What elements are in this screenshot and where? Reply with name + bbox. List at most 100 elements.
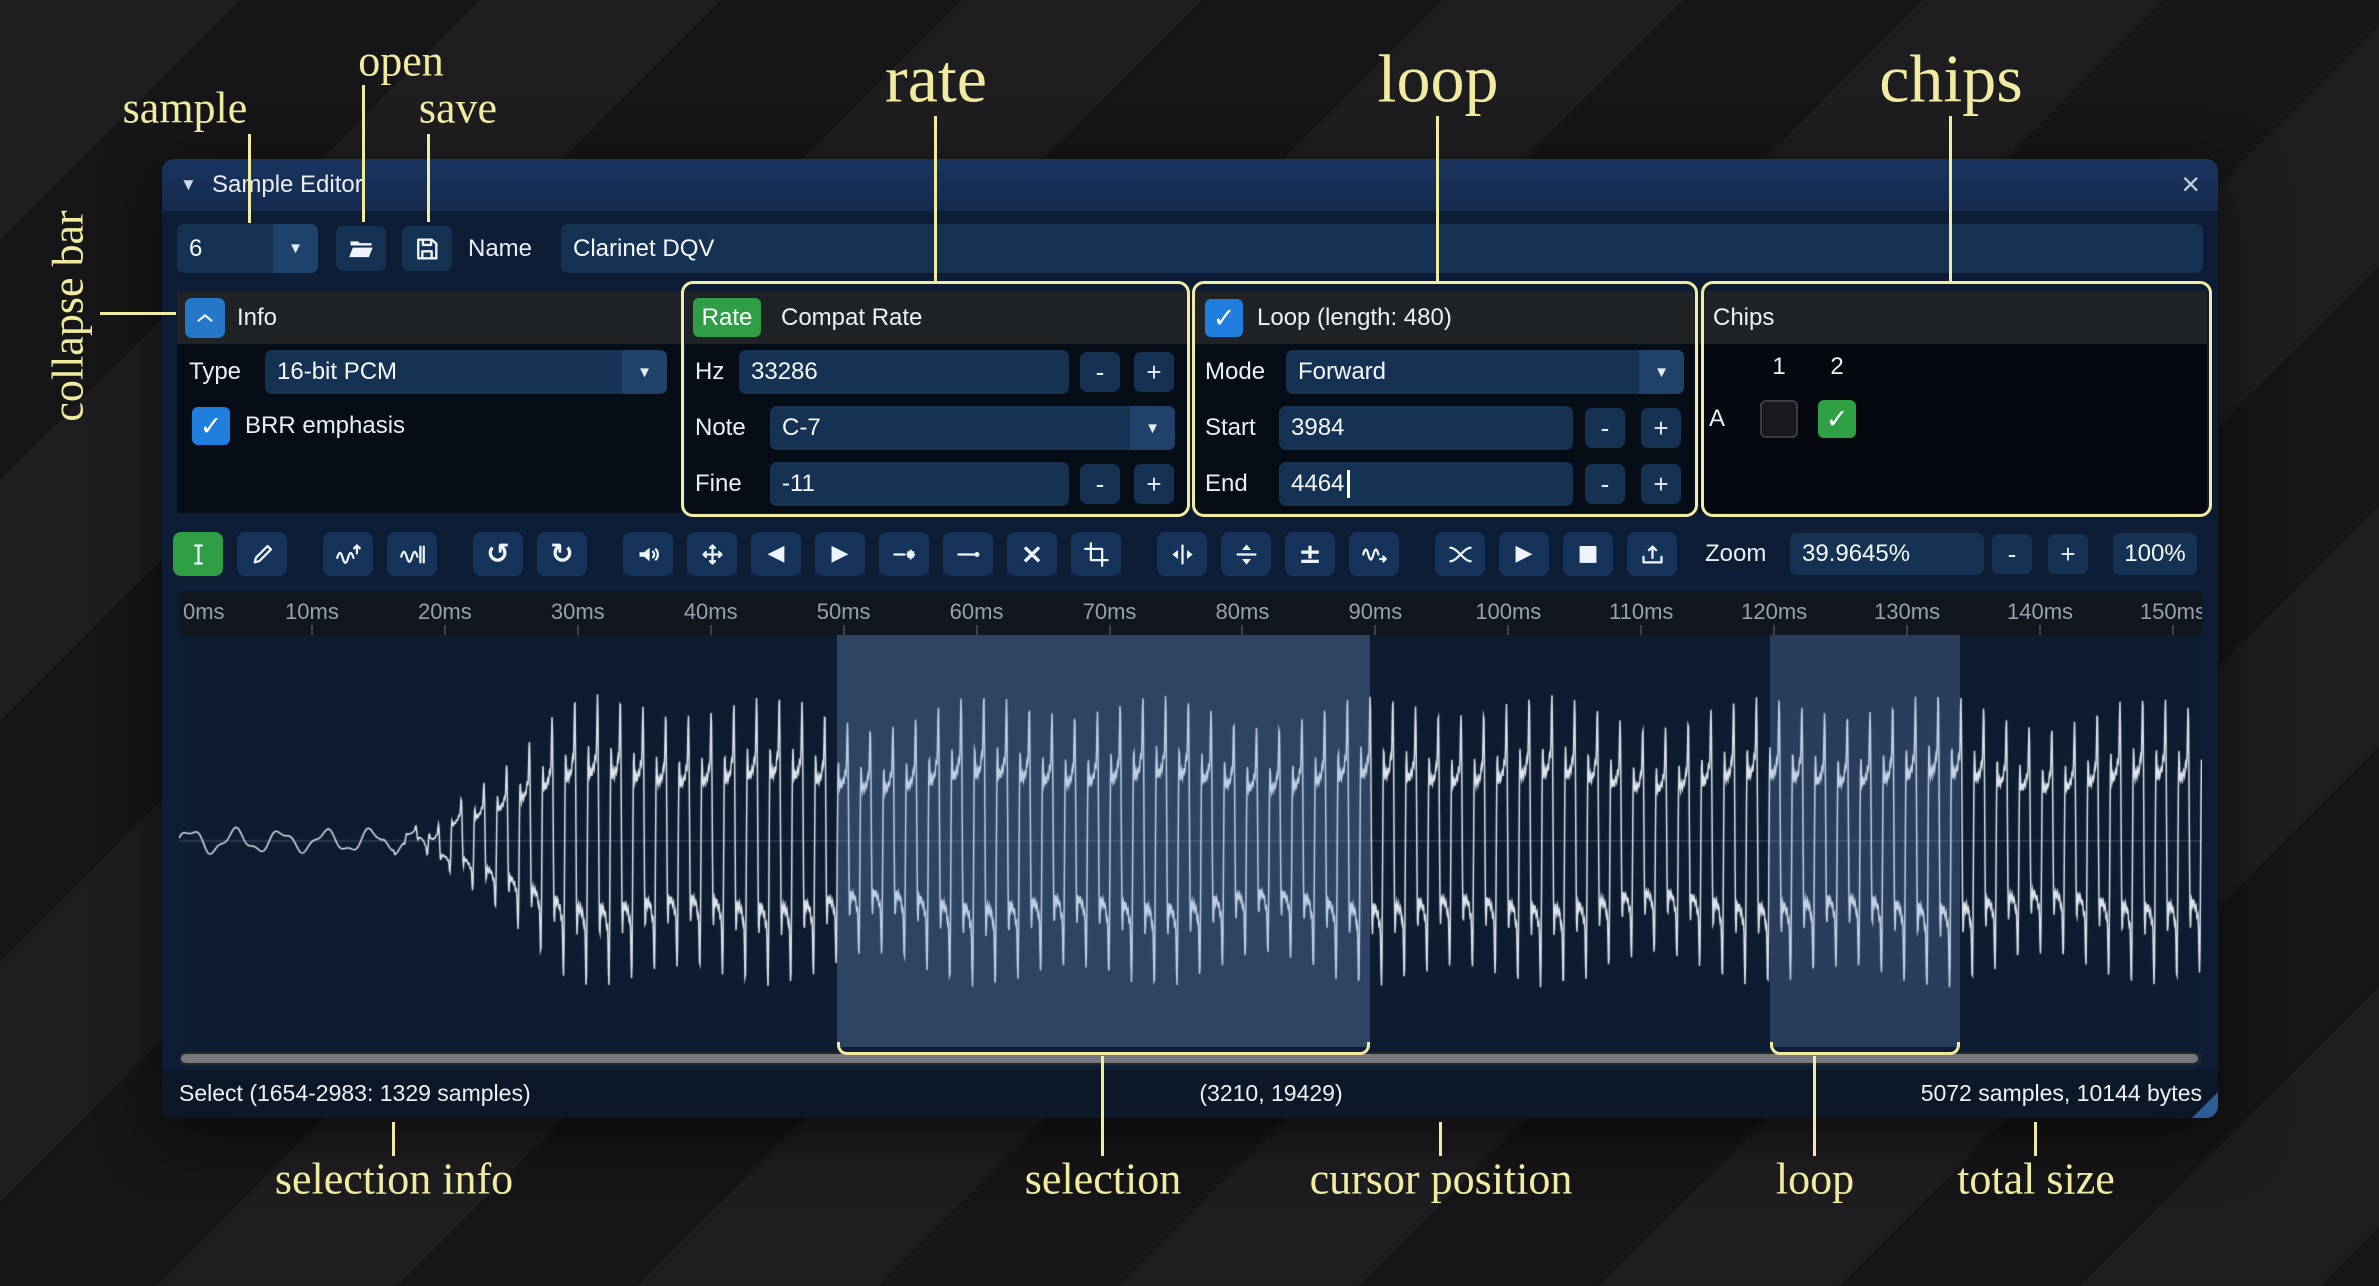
- select-mode-icon: [185, 541, 212, 568]
- amplify-button[interactable]: [623, 532, 673, 576]
- apply-silence-icon: [955, 541, 982, 568]
- brr-emphasis-label: BRR emphasis: [245, 407, 405, 445]
- zoom-input[interactable]: 39.9645%: [1790, 533, 1984, 575]
- invert-button[interactable]: [1221, 532, 1271, 576]
- timeline-label: 130ms: [1874, 591, 1940, 633]
- reverse-button[interactable]: [1157, 532, 1207, 576]
- normalize-icon: [699, 541, 726, 568]
- type-label: Type: [189, 350, 241, 394]
- signedness-icon: ±: [1298, 540, 1321, 568]
- delete-button[interactable]: ×: [1007, 532, 1057, 576]
- timeline-label: 90ms: [1348, 591, 1402, 633]
- amplify-icon: [635, 541, 662, 568]
- annotation-total-size-label: total size: [1957, 1154, 2115, 1205]
- check-icon: ✓: [200, 411, 223, 442]
- filter-button[interactable]: [1349, 532, 1399, 576]
- annotation-loop-bracket: [1770, 1042, 1960, 1055]
- annotation-open-label: open: [358, 36, 444, 87]
- create-wavetable-button[interactable]: [1627, 532, 1677, 576]
- selection-region[interactable]: [837, 635, 1370, 1047]
- annotation-line: [1101, 1056, 1104, 1156]
- annotation-line: [1436, 116, 1439, 281]
- open-button[interactable]: [336, 226, 386, 271]
- undo-icon: ↺: [486, 540, 509, 568]
- timeline-label: 40ms: [684, 591, 738, 633]
- draw-mode-button[interactable]: [237, 532, 287, 576]
- timeline-label: 120ms: [1741, 591, 1807, 633]
- annotation-rate-outline: [681, 281, 1190, 517]
- fade-out-button[interactable]: ▶: [815, 532, 865, 576]
- annotation-line: [100, 312, 176, 315]
- selection-info-text: Select (1654-2983: 1329 samples): [179, 1069, 531, 1118]
- annotation-line: [1439, 1122, 1442, 1156]
- cursor-position-text: (3210, 19429): [1199, 1069, 1342, 1118]
- sample-name-value: Clarinet DQV: [573, 235, 714, 263]
- info-collapse-button[interactable]: [185, 298, 225, 338]
- select-mode-button[interactable]: [173, 532, 223, 576]
- annotation-line: [1949, 116, 1952, 281]
- brr-emphasis-checkbox[interactable]: ✓: [192, 407, 230, 445]
- sample-number-select[interactable]: 6 ▼: [177, 224, 318, 273]
- annotation-selection-label: selection: [1025, 1154, 1181, 1205]
- fade-out-icon: ▶: [832, 543, 849, 565]
- timeline-label: 0ms: [183, 591, 225, 633]
- zoom-out-button[interactable]: -: [1992, 534, 2032, 574]
- floppy-disk-icon: [413, 235, 441, 263]
- annotation-line: [392, 1122, 395, 1156]
- undo-button[interactable]: ↺: [473, 532, 523, 576]
- desktop-background: ▼ Sample Editor × 6 ▼ Name Clarinet DQV: [0, 0, 2379, 1286]
- stop-preview-button[interactable]: ■: [1563, 532, 1613, 576]
- titlebar[interactable]: ▼ Sample Editor ×: [162, 159, 2218, 211]
- close-icon[interactable]: ×: [2181, 159, 2200, 209]
- stretch-button[interactable]: [387, 532, 437, 576]
- redo-icon: ↻: [550, 540, 573, 568]
- fade-in-icon: ◀: [768, 543, 785, 565]
- insert-silence-icon: [891, 541, 918, 568]
- chevron-up-icon: [192, 305, 218, 331]
- timeline-label: 30ms: [551, 591, 605, 633]
- insert-silence-button[interactable]: [879, 532, 929, 576]
- signedness-button[interactable]: ±: [1285, 532, 1335, 576]
- annotation-line: [1813, 1056, 1816, 1156]
- trim-button[interactable]: [1071, 532, 1121, 576]
- total-size-text: 5072 samples, 10144 bytes: [1921, 1069, 2202, 1118]
- fade-in-button[interactable]: ◀: [751, 532, 801, 576]
- timeline-label: 20ms: [418, 591, 472, 633]
- resample-button[interactable]: [323, 532, 373, 576]
- info-panel-title: Info: [237, 291, 277, 344]
- draw-mode-icon: [249, 541, 276, 568]
- zoom-label: Zoom: [1705, 528, 1766, 580]
- zoom-in-button[interactable]: +: [2048, 534, 2088, 574]
- annotation-loop-marker-label: loop: [1776, 1154, 1854, 1205]
- annotation-line: [934, 116, 937, 281]
- timeline-ruler[interactable]: 0ms10ms20ms30ms40ms50ms60ms70ms80ms90ms1…: [179, 591, 2202, 635]
- zoom-reset-button[interactable]: 100%: [2113, 533, 2197, 575]
- normalize-button[interactable]: [687, 532, 737, 576]
- timeline-label: 70ms: [1083, 591, 1137, 633]
- loop-region[interactable]: [1770, 635, 1960, 1047]
- status-bar: Select (1654-2983: 1329 samples) (3210, …: [162, 1069, 2218, 1118]
- waveform-scrollbar-thumb[interactable]: [181, 1054, 2198, 1063]
- window-collapse-icon[interactable]: ▼: [180, 159, 197, 211]
- create-wavetable-icon: [1639, 541, 1666, 568]
- sample-type-select[interactable]: 16-bit PCM ▼: [265, 350, 667, 394]
- timeline-label: 100ms: [1475, 591, 1541, 633]
- chevron-down-icon[interactable]: ▼: [622, 350, 667, 394]
- info-panel: Info Type 16-bit PCM ▼ ✓ BRR emphasis: [177, 291, 682, 513]
- redo-button[interactable]: ↻: [537, 532, 587, 576]
- invert-icon: [1233, 541, 1260, 568]
- timeline-label: 10ms: [285, 591, 339, 633]
- stop-preview-icon: ■: [1578, 543, 1599, 565]
- save-button[interactable]: [402, 226, 452, 271]
- crossfade-loop-button[interactable]: [1435, 532, 1485, 576]
- chevron-down-icon[interactable]: ▼: [273, 224, 318, 273]
- annotation-line: [362, 85, 365, 222]
- annotation-selection-info-label: selection info: [275, 1154, 513, 1205]
- sample-type-value: 16-bit PCM: [265, 350, 622, 394]
- annotation-collapse-bar-label: collapse bar: [43, 210, 94, 421]
- preview-button[interactable]: ▶: [1499, 532, 1549, 576]
- window-resize-grip[interactable]: [2192, 1092, 2218, 1118]
- sample-name-input[interactable]: Clarinet DQV: [561, 224, 2203, 273]
- apply-silence-button[interactable]: [943, 532, 993, 576]
- timeline-label: 60ms: [950, 591, 1004, 633]
